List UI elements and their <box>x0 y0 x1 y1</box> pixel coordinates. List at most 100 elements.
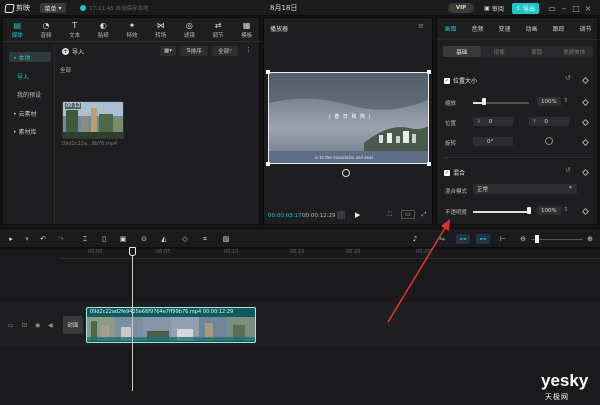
tab-speed[interactable]: 变速 <box>491 18 518 39</box>
sidebar-item-library[interactable]: • 素材库 <box>9 126 51 136</box>
stepper-icon[interactable]: ⇕ <box>563 206 568 213</box>
link-icon[interactable]: ⊷ <box>476 234 490 244</box>
grid-toggle-icon[interactable] <box>337 211 345 219</box>
rotate-icon[interactable]: ◇ <box>180 234 190 244</box>
opacity-slider[interactable] <box>473 211 529 213</box>
vip-badge[interactable]: VIP <box>448 3 474 13</box>
redo-icon[interactable]: ↷ <box>56 234 66 244</box>
more-icon[interactable]: ⋮ <box>245 46 255 56</box>
eye-icon[interactable]: ◉ <box>35 322 40 329</box>
lock-icon[interactable]: ⊡ <box>22 322 27 329</box>
sidebar-item-import[interactable]: 导入 <box>17 71 59 81</box>
subtab-mask[interactable]: 蒙版 <box>518 46 556 57</box>
subtab-basic[interactable]: 基础 <box>443 46 481 57</box>
tab-sticker[interactable]: ◐ 贴纸 <box>89 18 118 41</box>
resize-handle[interactable] <box>427 70 431 74</box>
video-clip[interactable]: 09d2c22ad2fe9425e66f9764e7ff99b76.mp4 00… <box>86 307 256 343</box>
split-icon[interactable]: ⌶ <box>80 234 90 244</box>
reset-icon[interactable]: ↺ <box>565 166 571 174</box>
resize-handle[interactable] <box>266 162 270 166</box>
media-thumbnail[interactable]: 00:12 <box>62 101 124 139</box>
preview-axis-icon[interactable]: ⊢ <box>498 234 508 244</box>
rotate-input[interactable]: 0° <box>473 137 513 146</box>
reset-icon[interactable]: ↺ <box>565 74 571 82</box>
menu-button[interactable]: 菜单 ▾ <box>40 3 66 13</box>
play-icon[interactable]: ▶ <box>355 211 360 219</box>
keyframe-icon[interactable] <box>581 138 590 147</box>
magnet-icon[interactable]: ⊶ <box>456 234 470 244</box>
tab-filter[interactable]: ◎ 滤镜 <box>175 18 204 41</box>
maximize-icon[interactable]: □ <box>571 3 581 13</box>
menu-icon[interactable]: ≡ <box>418 22 424 30</box>
tab-transition[interactable]: ⋈ 转场 <box>146 18 175 41</box>
select-cursor-icon[interactable]: ▸ <box>6 234 16 244</box>
blend-checkbox[interactable]: ✓ <box>444 169 450 176</box>
position-x-input[interactable]: X 0 <box>473 117 513 126</box>
sidebar-item-local[interactable]: • 本地 <box>9 52 51 62</box>
tab-adjust[interactable]: 调节 <box>572 18 599 39</box>
tab-audio[interactable]: 音频 <box>464 18 491 39</box>
close-icon[interactable]: × <box>583 3 593 13</box>
picture-icon[interactable]: ▨ <box>221 234 231 244</box>
expand-icon[interactable]: ⤢ <box>419 210 429 219</box>
tab-template[interactable]: ▦ 模板 <box>232 18 261 41</box>
tab-animation[interactable]: 动画 <box>518 18 545 39</box>
review-button[interactable]: ▣ 审阅 <box>480 3 508 13</box>
minimize-icon[interactable]: – <box>559 3 569 13</box>
resize-handle[interactable] <box>266 70 270 74</box>
auto-snap-icon[interactable]: ⇋ <box>437 234 447 244</box>
project-title[interactable]: 8月18日 <box>270 3 297 13</box>
blend-mode-select[interactable]: 正常 ▾ <box>473 184 577 194</box>
zoom-out-icon[interactable]: ⊖ <box>518 234 528 244</box>
delete-icon[interactable]: ▯ <box>99 234 109 244</box>
opacity-input[interactable]: 100% <box>537 206 561 215</box>
sort-button[interactable]: ⇅ 排序 <box>180 46 208 56</box>
video-preview[interactable]: | 春 日 和 煦 | in to the mountains and seas <box>268 72 429 164</box>
import-button[interactable]: + 导入 <box>62 47 84 56</box>
layout-icon[interactable]: ▭ <box>547 3 557 13</box>
resize-handle[interactable] <box>427 162 431 166</box>
zoom-in-icon[interactable]: ⊕ <box>585 234 595 244</box>
tab-effects[interactable]: ✦ 特效 <box>118 18 147 41</box>
mirror-icon[interactable]: ◭ <box>159 234 169 244</box>
reverse-play-icon[interactable]: ⊙ <box>139 234 149 244</box>
keyframe-icon[interactable] <box>581 118 590 127</box>
ratio-button[interactable]: ▭ <box>401 210 415 219</box>
crop-icon[interactable]: ⌗ <box>200 234 210 244</box>
tab-media[interactable]: ▤ 媒体 <box>3 18 32 41</box>
sidebar-item-presets[interactable]: 我的预设 <box>17 89 59 99</box>
playhead-handle[interactable] <box>129 247 136 256</box>
subtab-cutout[interactable]: 抠像 <box>481 46 519 57</box>
undo-icon[interactable]: ↶ <box>38 234 48 244</box>
tab-tracking[interactable]: 跟踪 <box>545 18 572 39</box>
volume-icon[interactable]: ◀ <box>48 322 53 329</box>
chevron-down-icon[interactable]: ▾ <box>22 234 32 244</box>
tab-audio[interactable]: ◔ 音频 <box>32 18 61 41</box>
freeze-icon[interactable]: ▣ <box>118 234 128 244</box>
keyframe-icon[interactable] <box>581 76 590 85</box>
zoom-slider-knob[interactable] <box>535 235 539 243</box>
keyframe-icon[interactable] <box>581 98 590 107</box>
rotate-handle-icon[interactable] <box>342 169 350 177</box>
time-ruler[interactable]: 00:00 00:05 00:10 00:15 00:20 00:25 <box>60 249 600 259</box>
position-y-input[interactable]: Y 0 <box>529 117 569 126</box>
opacity-slider-knob[interactable] <box>527 207 531 214</box>
tab-adjust[interactable]: ⇄ 调节 <box>204 18 233 41</box>
cover-button[interactable]: 封面 <box>63 316 83 334</box>
track-lock-icon[interactable]: ▭ <box>8 322 14 329</box>
fullscreen-focus-icon[interactable]: ⛶ <box>385 210 395 219</box>
export-button[interactable]: ⇪ 导出 <box>512 3 539 14</box>
position-size-checkbox[interactable]: ✓ <box>444 77 450 84</box>
keyframe-icon[interactable] <box>581 207 590 216</box>
tab-text[interactable]: T 文本 <box>60 18 89 41</box>
rotate-dial-icon[interactable] <box>545 137 553 145</box>
tab-picture[interactable]: 画面 <box>437 18 464 39</box>
microphone-icon[interactable]: ♪ <box>410 234 420 244</box>
subtab-beauty[interactable]: 美颜美体 <box>556 46 594 57</box>
scale-input[interactable]: 100% <box>537 97 561 106</box>
keyframe-icon[interactable] <box>581 168 590 177</box>
view-toggle-button[interactable]: ▦▾ <box>160 46 176 56</box>
filter-button[interactable]: 全部 ▿ <box>212 46 238 56</box>
sidebar-item-cloud[interactable]: • 云素材 <box>9 108 51 118</box>
stepper-icon[interactable]: ⇕ <box>563 97 568 104</box>
